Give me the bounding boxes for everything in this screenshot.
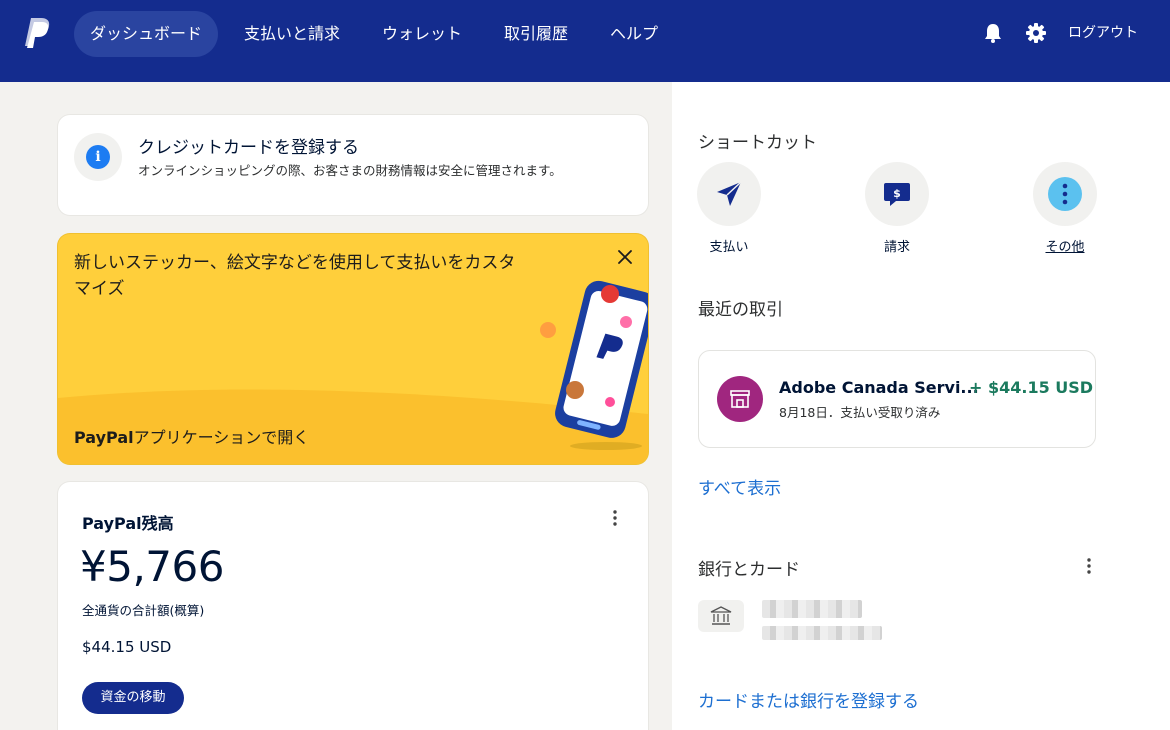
add-card-or-bank-link[interactable]: カードまたは銀行を登録する	[698, 687, 919, 712]
info-icon: i	[86, 145, 110, 169]
top-navigation: ダッシュボード 支払いと請求 ウォレット 取引履歴 ヘルプ ログアウト	[0, 0, 1170, 82]
shortcut-send-label: 支払い	[709, 240, 749, 255]
close-icon[interactable]	[614, 246, 636, 268]
bell-icon[interactable]	[982, 22, 1004, 44]
request-icon-container: $	[865, 162, 929, 226]
open-app-link[interactable]: PayPalアプリケーションで開く	[74, 424, 309, 448]
shortcut-request[interactable]: $ 請求	[847, 162, 947, 255]
nav-activity[interactable]: 取引履歴	[488, 11, 584, 57]
phone-illustration-icon	[540, 280, 648, 450]
promo-text: 新しいステッカー、絵文字などを使用して支払いをカスタマイズ	[74, 253, 516, 299]
logout-link[interactable]: ログアウト	[1068, 22, 1138, 44]
balance-more-icon[interactable]	[605, 508, 625, 528]
request-icon: $	[884, 183, 910, 206]
send-icon-container	[697, 162, 761, 226]
balance-subtitle: 全通貨の合計額(概算)	[82, 603, 205, 618]
promo-banner[interactable]: 新しいステッカー、絵文字などを使用して支払いをカスタマイズ PayPalアプリケ…	[58, 234, 648, 464]
shortcut-more[interactable]: その他	[1015, 162, 1115, 255]
transaction-amount: + $44.15 USD	[969, 378, 1094, 397]
more-icon	[1048, 177, 1082, 211]
banks-more-icon[interactable]	[1079, 556, 1099, 576]
promo-link-brand: PayPal	[74, 428, 134, 447]
move-money-button[interactable]: 資金の移動	[82, 682, 184, 714]
bank-icon-container	[698, 600, 744, 632]
store-icon-container	[717, 376, 763, 422]
nav-dashboard[interactable]: ダッシュボード	[74, 11, 219, 57]
shortcut-more-label: その他	[1045, 240, 1085, 255]
store-icon	[730, 390, 750, 408]
shortcut-request-label: 請求	[883, 240, 910, 255]
view-all-link[interactable]: すべて表示	[698, 474, 781, 499]
promo-link-text: アプリケーションで開く	[133, 428, 310, 447]
info-description: オンラインショッピングの際、お客さまの財務情報は安全に管理されます。	[138, 163, 562, 178]
nav-payments[interactable]: 支払いと請求	[228, 11, 356, 57]
balance-amount: ¥5,766	[80, 542, 224, 591]
paypal-balance-card: PayPal残高 ¥5,766 全通貨の合計額(概算) $44.15 USD 資…	[58, 482, 648, 730]
svg-text:$: $	[893, 187, 901, 200]
nav-wallet[interactable]: ウォレット	[366, 11, 478, 57]
recent-activity-title: 最近の取引	[698, 300, 783, 320]
transaction-row[interactable]: Adobe Canada Servi... + $44.15 USD 8月18日…	[698, 350, 1096, 448]
info-icon-container: i	[74, 133, 122, 181]
shortcuts-title: ショートカット	[698, 133, 817, 153]
gear-icon[interactable]	[1025, 22, 1047, 44]
balance-title: PayPal残高	[82, 514, 174, 533]
masked-bank-name[interactable]	[762, 600, 862, 618]
balance-usd: $44.15 USD	[82, 638, 172, 656]
more-icon-container	[1033, 162, 1097, 226]
transaction-name: Adobe Canada Servi...	[779, 378, 979, 397]
nav-help[interactable]: ヘルプ	[594, 11, 674, 57]
transaction-meta: 8月18日．支払い受取り済み	[779, 405, 941, 420]
bank-icon	[710, 606, 732, 625]
shortcut-send[interactable]: 支払い	[679, 162, 779, 255]
paypal-logo-icon[interactable]	[22, 16, 52, 52]
masked-bank-number	[762, 626, 882, 640]
send-icon	[717, 181, 742, 206]
banks-cards-title: 銀行とカード	[698, 560, 800, 580]
info-title: クレジットカードを登録する	[138, 138, 359, 158]
add-card-banner[interactable]: i クレジットカードを登録する オンラインショッピングの際、お客さまの財務情報は…	[58, 115, 648, 215]
